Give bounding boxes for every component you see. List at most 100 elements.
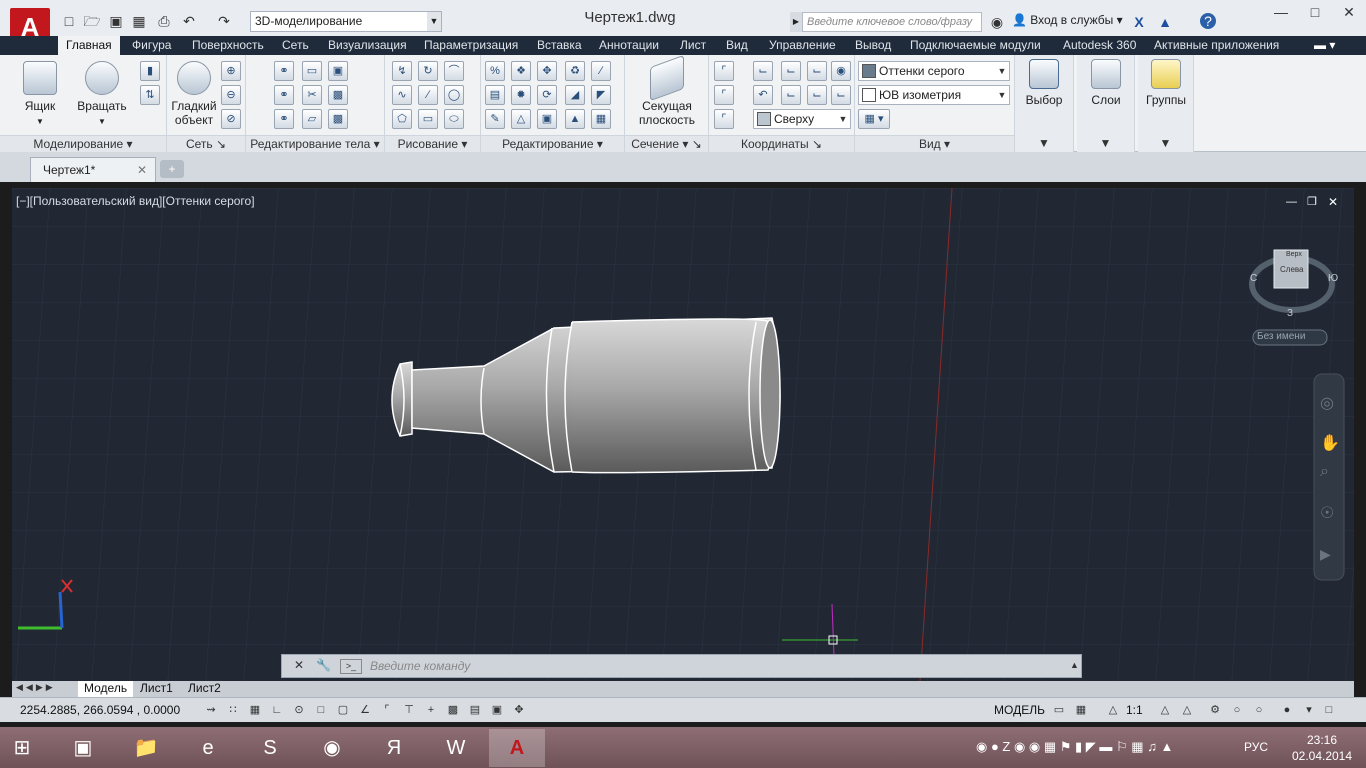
close-icon[interactable]: ✕ [137,158,147,182]
clean-screen-icon[interactable]: □ [1320,701,1338,719]
search-input[interactable]: Введите ключевое слово/фразу [802,12,982,32]
windows-start-icon[interactable]: ⊞ [0,729,44,767]
tab-insert[interactable]: Вставка [529,36,590,55]
internet-explorer-icon[interactable]: e [180,729,236,767]
chevron-up-icon[interactable]: ▲ [1070,660,1079,670]
viewcube-face-label[interactable]: Слева [1280,265,1304,274]
tab-output[interactable]: Вывод [847,36,899,55]
panel-title[interactable]: Моделирование ▾ [0,135,166,152]
help-icon[interactable]: ? [1200,13,1216,29]
3d-array-icon[interactable]: ✹ [511,85,531,105]
workspace-switch-icon[interactable]: ⚙ [1206,701,1224,719]
panel-title[interactable]: Редактирование тела ▾ [246,135,384,152]
infer-constraints-icon[interactable]: ⇝ [202,701,220,719]
lock-ui-icon[interactable]: ○ [1228,701,1246,719]
chrome-icon[interactable]: ◉ [304,729,360,767]
extrude-faces-icon[interactable]: ▣ [328,61,348,81]
section-plane-button[interactable]: Секущая плоскость [635,54,699,127]
skype-icon[interactable]: S [242,729,298,767]
line-icon[interactable]: ∕ [418,85,438,105]
tab-featured-apps[interactable]: Активные приложения [1146,36,1287,55]
smooth-less-icon[interactable]: ⊖ [221,85,241,105]
tab-manage[interactable]: Управление [761,36,844,55]
ucs-name-label[interactable]: Без имени [1257,331,1305,342]
groups-expand-icon[interactable]: ▼ [1138,135,1193,152]
polyline-icon[interactable]: ↯ [392,61,412,81]
3d-object-snap-icon[interactable]: ▢ [334,701,352,719]
save-as-icon[interactable]: ▦ [130,12,148,30]
offset-icon[interactable]: ▣ [537,109,557,129]
dynamic-input-icon[interactable]: ⊤ [400,701,418,719]
coordinates-readout[interactable]: 2254.2885, 266.0594 , 0.0000 [20,703,180,717]
refine-mesh-icon[interactable]: ⊘ [221,109,241,129]
circle-icon[interactable]: ◯ [444,85,464,105]
model-space-toggle[interactable]: МОДЕЛЬ [994,703,1045,717]
fillet-icon[interactable]: ◤ [591,85,611,105]
tab-autodesk-360[interactable]: Autodesk 360 [1055,36,1144,55]
panel-title[interactable]: Сеть ↘ [167,135,245,152]
panel-title[interactable]: Вид ▾ [855,135,1014,152]
view-direction-combo[interactable]: ЮВ изометрия ▼ [858,85,1010,105]
tab-parametric[interactable]: Параметризация [416,36,526,55]
ucs-x-icon[interactable]: ⌙ [831,85,851,105]
ellipse-icon[interactable]: ⬭ [444,109,464,129]
array-icon[interactable]: ▦ [591,109,611,129]
ucs-3point-icon[interactable]: ⌙ [807,85,827,105]
save-icon[interactable]: ▣ [107,12,125,30]
presspull-icon[interactable]: ⇅ [140,85,160,105]
maximize-button[interactable]: □ [1298,0,1332,26]
extract-edges-icon[interactable]: ▭ [302,61,322,81]
mirror-icon[interactable]: ◢ [565,85,585,105]
expand-search-icon[interactable]: ▶ [790,12,802,32]
viewport-close-icon[interactable]: ✕ [1328,195,1338,209]
dynamic-ucs-icon[interactable]: ⌜ [378,701,396,719]
ribbon-minimize-icon[interactable]: ▬ ▾ [1306,36,1343,55]
snap-mode-icon[interactable]: ∷ [224,701,242,719]
hardware-acceleration-icon[interactable]: ○ [1250,701,1268,719]
ucs-world-icon[interactable]: ⌙ [781,61,801,81]
smooth-object-button[interactable]: Гладкий объект [169,61,219,127]
copy-icon[interactable]: ♻ [565,61,585,81]
visual-style-combo[interactable]: Оттенки серого ▼ [858,61,1010,81]
viewport-minimize-icon[interactable]: — [1286,196,1297,208]
zoom-icon[interactable]: ⌕ [1320,463,1329,481]
wrench-icon[interactable]: 🔧 [316,658,331,672]
intersect-icon[interactable]: ⚭ [274,109,294,129]
orbit-icon[interactable]: ☉ [1320,503,1334,523]
tab-render[interactable]: Визуализация [320,36,415,55]
workspace-dropdown[interactable]: 3D-моделирование ▼ [250,11,442,32]
arc-icon[interactable]: ⌒ [444,61,464,81]
ucs-icon[interactable]: ⌜ [714,61,734,81]
undo-icon[interactable]: ↶ [180,12,198,30]
transparency-icon[interactable]: ▩ [444,701,462,719]
annotation-visibility-icon[interactable]: △ [1156,701,1174,719]
tray-icons[interactable]: ◉ ● Z ◉ ◉ ▦ ⚑ ▮ ◤ ▬ ⚐ ▦ ♫ ▲ [976,739,1173,755]
explorer-icon[interactable]: 📁 [118,729,174,767]
selection-cycling-icon[interactable]: ▣ [488,701,506,719]
polar-tracking-icon[interactable]: ⊙ [290,701,308,719]
annotation-scale-icon[interactable]: △ [1104,701,1122,719]
layout-nav-arrows[interactable]: ◀◀▶▶ [16,682,56,693]
viewcube-top-label[interactable]: Верх [1286,251,1302,258]
ucs-view-icon[interactable]: ⌜ [714,109,734,129]
binoculars-icon[interactable]: ◉ [988,13,1006,31]
polygon-icon[interactable]: ⬠ [392,109,412,129]
align-icon[interactable]: ▤ [485,85,505,105]
explode-icon[interactable]: ∕ [591,61,611,81]
stretch-icon[interactable]: ▲ [565,109,585,129]
quick-properties-icon[interactable]: ▤ [466,701,484,719]
ortho-mode-icon[interactable]: ∟ [268,701,286,719]
imprint-icon[interactable]: ▩ [328,85,348,105]
tab-home[interactable]: Главная [58,36,120,56]
subtract-icon[interactable]: ⚭ [274,85,294,105]
object-snap-tracking-icon[interactable]: ∠ [356,701,374,719]
new-tab-button[interactable]: + [160,160,184,178]
tab-model[interactable]: Модель [78,681,134,697]
word-icon[interactable]: W [428,729,484,767]
autocad-taskbar-icon[interactable]: A [489,729,545,767]
panel-title[interactable]: Рисование ▾ [385,135,480,152]
layers-button[interactable]: Слои [1081,59,1131,107]
panel-title[interactable]: Координаты ↘ [709,135,854,152]
selection-button[interactable]: Выбор [1019,59,1069,107]
prompt-icon[interactable]: >_ [340,659,362,674]
